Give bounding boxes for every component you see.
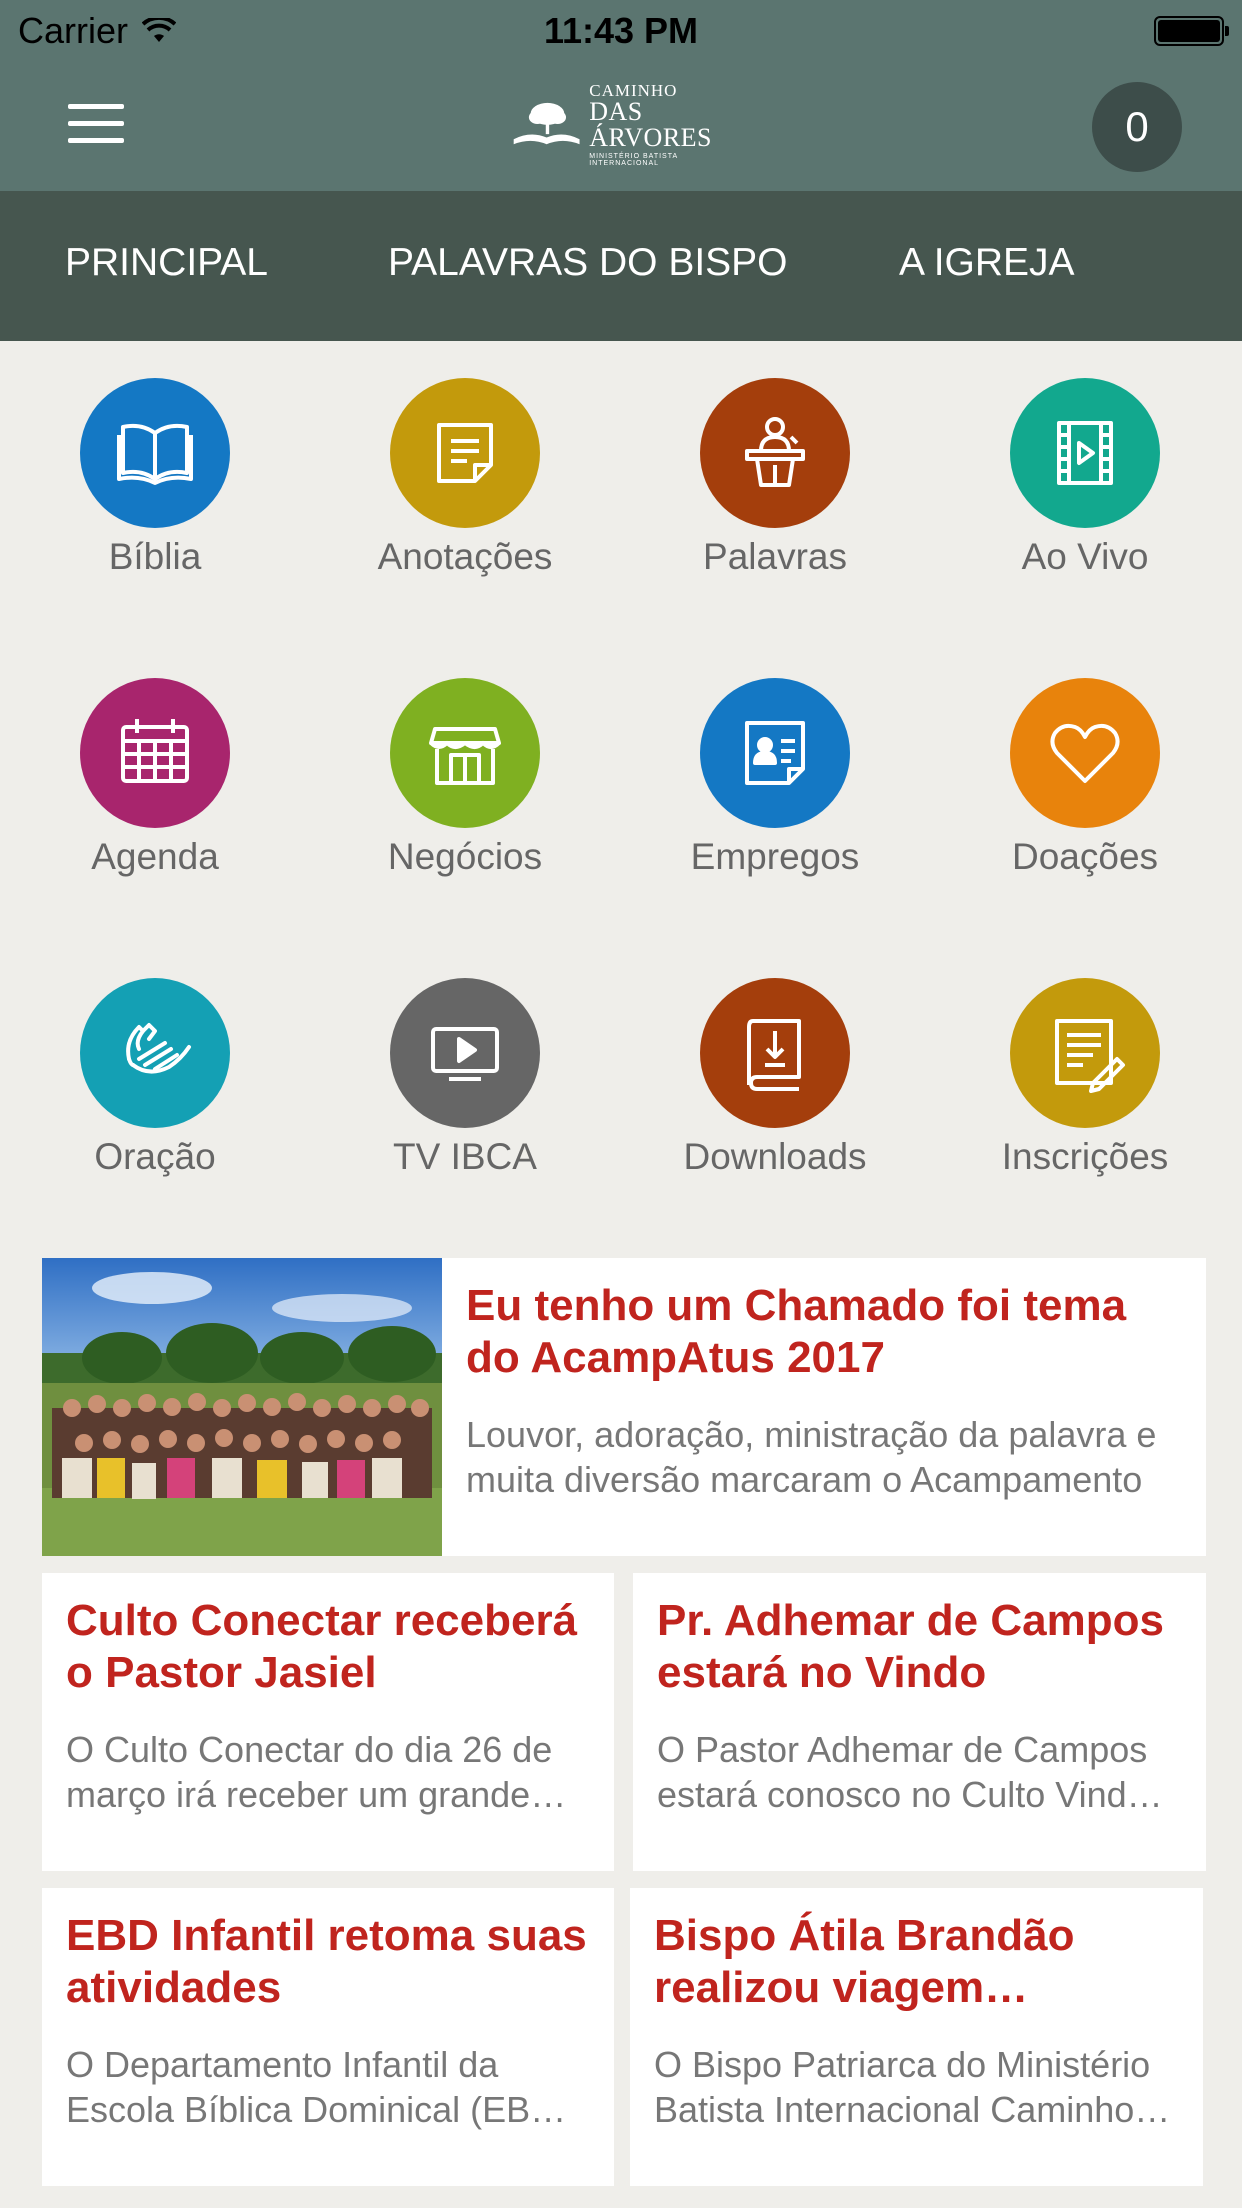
grid-label: Empregos	[690, 836, 860, 877]
grid-icon-circle	[700, 678, 850, 828]
pulpit-icon	[745, 417, 805, 487]
news-description: O Departamento Infantil da Escola Bíblic…	[66, 2044, 569, 2130]
tv-icon	[431, 1027, 499, 1081]
book-icon	[117, 423, 193, 485]
app-header: Carrier 11:43 PM CAMINHO DAS ÁRVORES MIN…	[0, 0, 1242, 191]
news-title: Eu tenho um Chamado foi tema do AcampAtu…	[466, 1281, 1127, 1382]
news-description: O Pastor Adhemar de Campos estará conosc…	[657, 1729, 1148, 1815]
news-card[interactable]: Culto Conectar receberá o Pastor Jasiel …	[42, 1573, 614, 1871]
tree-book-logo-icon	[513, 102, 580, 145]
logo-line-3: MINISTÉRIO BATISTA INTERNACIONAL	[589, 152, 678, 167]
status-bar: Carrier 11:43 PM	[0, 0, 1242, 60]
grid-item-tv-ibca[interactable]: TV IBCA	[310, 978, 620, 1198]
grid-label: Anotações	[377, 536, 553, 577]
grid-item-empregos[interactable]: Empregos	[620, 678, 930, 898]
grid-item-oracao[interactable]: Oração	[0, 978, 310, 1198]
news-card[interactable]: EBD Infantil retoma suas atividades O De…	[42, 1888, 614, 2186]
grid-icon-circle	[80, 978, 230, 1128]
news-title: EBD Infantil retoma suas atividades	[66, 1911, 587, 2012]
tab-principal[interactable]: PRINCIPAL	[65, 241, 268, 285]
grid-icon-circle	[80, 678, 230, 828]
id-card-icon	[745, 721, 805, 785]
grid-item-ao-vivo[interactable]: Ao Vivo	[930, 378, 1240, 598]
top-tabs: PRINCIPAL PALAVRAS DO BISPO A IGREJA	[0, 191, 1242, 341]
grid-icon-circle	[390, 378, 540, 528]
note-icon	[437, 423, 493, 483]
grid-label: Agenda	[91, 836, 219, 877]
grid-label: Bíblia	[108, 536, 202, 577]
grid-icon-circle	[390, 678, 540, 828]
grid-icon-circle	[80, 378, 230, 528]
tab-palavras-do-bispo[interactable]: PALAVRAS DO BISPO	[388, 241, 788, 285]
news-title: Culto Conectar receberá o Pastor Jasiel	[66, 1596, 578, 1697]
news-description: O Culto Conectar do dia 26 de março irá …	[66, 1729, 553, 1815]
grid-icon-circle	[700, 978, 850, 1128]
grid-icon-circle	[390, 978, 540, 1128]
praying-hands-icon	[126, 1023, 191, 1074]
grid-item-palavras[interactable]: Palavras	[620, 378, 930, 598]
grid-label: Downloads	[683, 1136, 867, 1177]
grid-item-inscricoes[interactable]: Inscrições	[930, 978, 1240, 1198]
logo-line-1: CAMINHO	[589, 80, 678, 100]
featured-news-card[interactable]: Eu tenho um Chamado foi tema do AcampAtu…	[42, 1258, 1206, 1556]
news-photo	[42, 1258, 442, 1556]
grid-label: TV IBCA	[393, 1136, 537, 1177]
grid-label: Inscrições	[1001, 1136, 1169, 1177]
grid-item-negocios[interactable]: Negócios	[310, 678, 620, 898]
grid-icon-circle	[1010, 978, 1160, 1128]
grid-item-agenda[interactable]: Agenda	[0, 678, 310, 898]
status-time: 11:43 PM	[543, 10, 699, 51]
live-video-icon	[1057, 421, 1113, 485]
app-logo: CAMINHO DAS ÁRVORES MINISTÉRIO BATISTA I…	[512, 82, 744, 167]
grid-item-downloads[interactable]: Downloads	[620, 978, 930, 1198]
grid-icon-circle	[1010, 378, 1160, 528]
grid-icon-circle	[1010, 678, 1160, 828]
news-description: O Bispo Patriarca do Ministério Batista …	[654, 2044, 1151, 2130]
battery-icon	[1154, 16, 1229, 46]
grid-label: Palavras	[703, 536, 847, 577]
grid-label: Negócios	[387, 836, 543, 877]
logo-line-2: DAS ÁRVORES	[589, 96, 713, 152]
store-icon	[429, 727, 501, 785]
news-title: Bispo Átila Brandão realizou viagem miss…	[654, 1911, 1075, 2012]
calendar-icon	[121, 719, 189, 783]
grid-label: Doações	[1011, 836, 1159, 877]
grid-item-anotacoes[interactable]: Anotações	[310, 378, 620, 598]
tab-a-igreja[interactable]: A IGREJA	[899, 241, 1075, 285]
news-title: Pr. Adhemar de Campos estará no Vindo	[657, 1596, 1164, 1697]
news-card[interactable]: Pr. Adhemar de Campos estará no Vindo O …	[633, 1573, 1206, 1871]
download-book-icon	[747, 1019, 801, 1091]
cart-count-badge[interactable]: 0	[1092, 82, 1182, 172]
grid-item-doacoes[interactable]: Doações	[930, 678, 1240, 898]
heart-icon	[1050, 723, 1120, 783]
grid-label: Ao Vivo	[1021, 536, 1149, 577]
news-description: Louvor, adoração, ministração da palavra…	[466, 1414, 1157, 1500]
grid-label: Oração	[94, 1136, 216, 1177]
form-pen-icon	[1055, 1019, 1125, 1093]
news-card[interactable]: Bispo Átila Brandão realizou viagem miss…	[630, 1888, 1203, 2186]
hamburger-menu-button[interactable]	[68, 104, 124, 144]
grid-item-biblia[interactable]: Bíblia	[0, 378, 310, 598]
grid-icon-circle	[700, 378, 850, 528]
